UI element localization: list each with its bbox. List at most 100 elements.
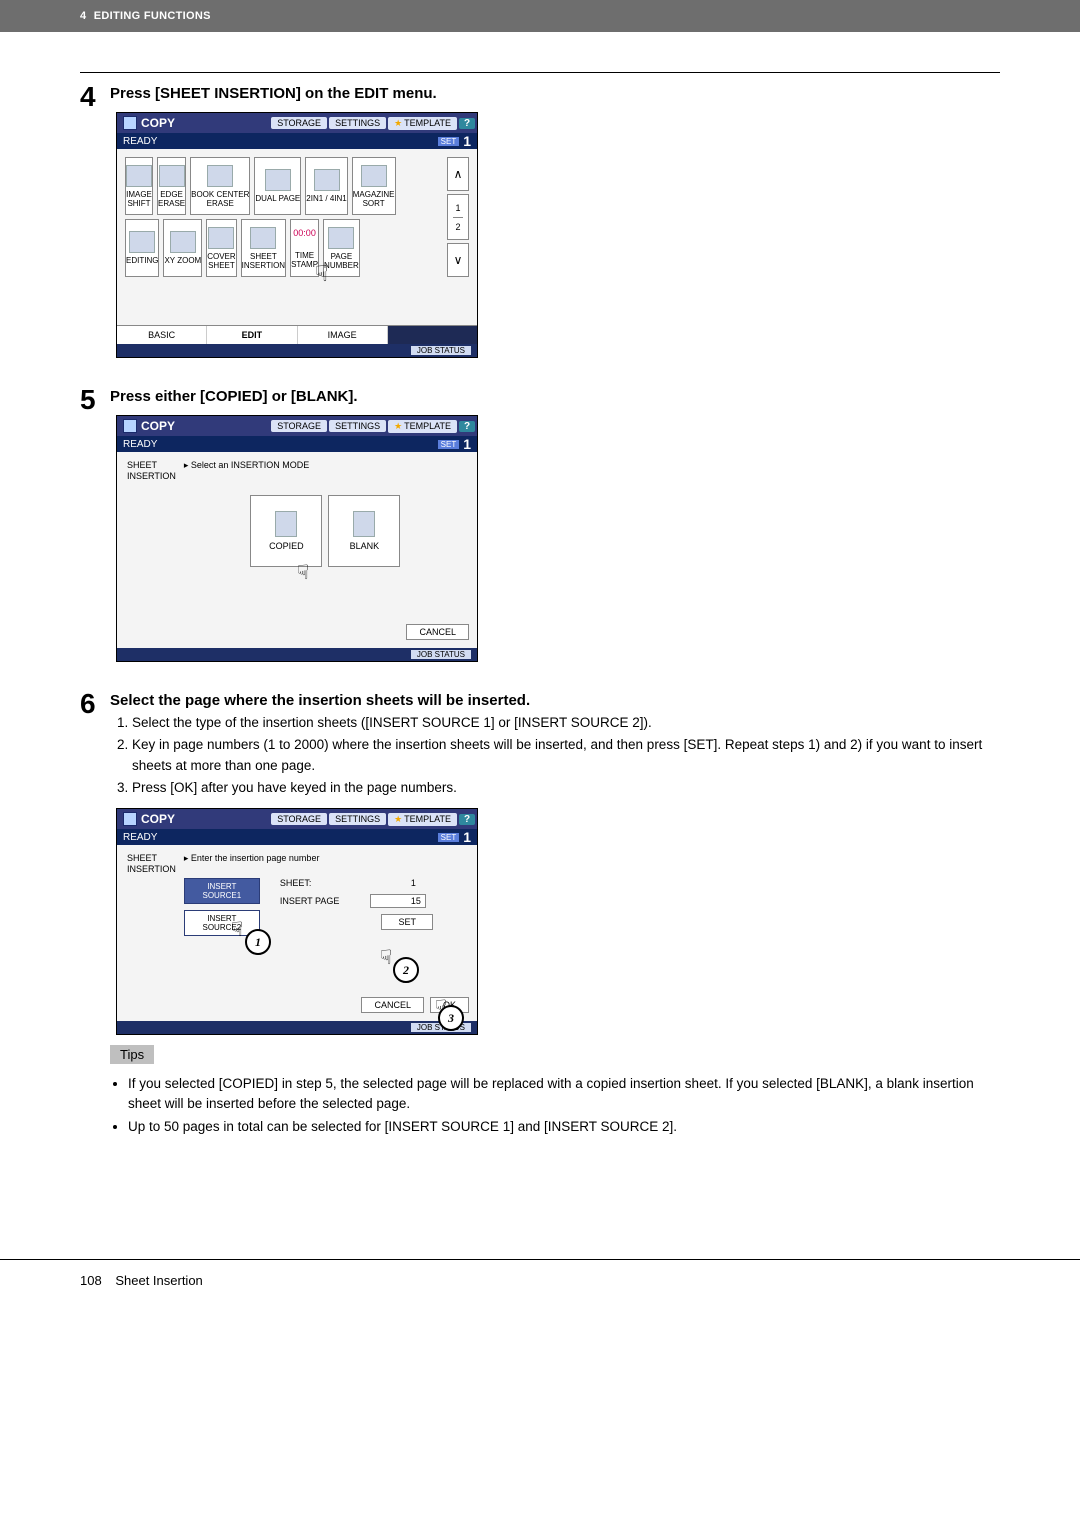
cancel-button[interactable]: CANCEL xyxy=(406,624,469,640)
book-center-erase-button[interactable]: BOOK CENTER ERASE xyxy=(190,157,250,215)
insert-page-label: INSERT PAGE xyxy=(280,896,360,906)
dual-page-button[interactable]: DUAL PAGE xyxy=(254,157,301,215)
callout-3: 3 xyxy=(438,1005,464,1031)
sheet-insertion-label: SHEET INSERTION xyxy=(127,853,176,936)
copy-icon xyxy=(123,116,137,130)
mode-title: COPY xyxy=(119,812,175,826)
device-screenshot-insertion-mode: COPY STORAGE SETTINGS TEMPLATE ? READY S… xyxy=(116,415,478,662)
top-rule xyxy=(80,72,1000,73)
copied-button[interactable]: COPIED xyxy=(250,495,322,567)
tips-list: If you selected [COPIED] in step 5, the … xyxy=(110,1074,1000,1137)
page-indicator: 12 xyxy=(447,194,469,240)
2in1-4in1-button[interactable]: 2IN1 / 4IN1 xyxy=(305,157,347,215)
chapter-num: 4 xyxy=(80,10,86,22)
sheet-value: 1 xyxy=(370,878,416,888)
chapter-header: 4 EDITING FUNCTIONS xyxy=(0,0,1080,32)
mode-title: COPY xyxy=(119,116,175,130)
time-stamp-icon: 00:00 xyxy=(293,228,317,248)
chapter-title: EDITING FUNCTIONS xyxy=(94,10,211,22)
copy-icon xyxy=(123,812,137,826)
job-status-bar[interactable]: JOB STATUS xyxy=(117,1021,477,1034)
step-6: 6 Select the page where the insertion sh… xyxy=(80,692,1000,1139)
page-number-icon xyxy=(328,227,354,249)
copies-count: 1 xyxy=(463,436,471,452)
step-6-substeps: Select the type of the insertion sheets … xyxy=(110,713,1000,798)
callout-1: 1 xyxy=(245,929,271,955)
step-4-number: 4 xyxy=(80,83,110,111)
tab-basic[interactable]: BASIC xyxy=(117,326,207,344)
help-button[interactable]: ? xyxy=(459,814,475,825)
image-shift-icon xyxy=(126,165,152,187)
template-button[interactable]: TEMPLATE xyxy=(388,813,457,826)
page-down-button[interactable]: ∨ xyxy=(447,243,469,277)
editing-button[interactable]: EDITING xyxy=(125,219,159,277)
ready-label: READY xyxy=(123,832,157,843)
insertion-prompt: ▸ Select an INSERTION MODE xyxy=(184,460,467,471)
insert-page-value: 15 xyxy=(370,894,426,908)
step-4: 4 Press [SHEET INSERTION] on the EDIT me… xyxy=(80,85,1000,358)
cancel-button[interactable]: CANCEL xyxy=(361,997,424,1013)
ready-label: READY xyxy=(123,136,157,147)
magazine-sort-button[interactable]: MAGAZINE SORT xyxy=(352,157,396,215)
storage-button[interactable]: STORAGE xyxy=(271,117,327,129)
tips-badge: Tips xyxy=(110,1045,154,1064)
settings-button[interactable]: SETTINGS xyxy=(329,117,386,129)
sheet-insertion-button[interactable]: SHEET INSERTION xyxy=(241,219,286,277)
sheet-insertion-icon xyxy=(250,227,276,249)
image-shift-button[interactable]: IMAGE SHIFT xyxy=(125,157,153,215)
blank-button[interactable]: BLANK xyxy=(328,495,400,567)
set-chip: SET xyxy=(438,440,460,449)
tab-image[interactable]: IMAGE xyxy=(298,326,388,344)
set-chip: SET xyxy=(438,137,460,146)
footer-title: Sheet Insertion xyxy=(115,1273,202,1288)
device-screenshot-insertion-page: COPY STORAGE SETTINGS TEMPLATE ? READY S… xyxy=(116,808,478,1035)
copies-count: 1 xyxy=(463,133,471,149)
step-6-substep-2: Key in page numbers (1 to 2000) where th… xyxy=(132,735,1000,776)
job-status-bar[interactable]: JOB STATUS xyxy=(117,648,477,661)
insertion-prompt: ▸ Enter the insertion page number xyxy=(184,853,467,864)
sheet-insertion-label: SHEET INSERTION xyxy=(127,460,176,610)
template-button[interactable]: TEMPLATE xyxy=(388,117,457,130)
blank-icon xyxy=(353,511,375,537)
step-4-heading: Press [SHEET INSERTION] on the EDIT menu… xyxy=(110,85,1000,102)
settings-button[interactable]: SETTINGS xyxy=(329,420,386,432)
page-up-button[interactable]: ∧ xyxy=(447,157,469,191)
template-button[interactable]: TEMPLATE xyxy=(388,420,457,433)
step-5: 5 Press either [COPIED] or [BLANK]. COPY… xyxy=(80,388,1000,662)
settings-button[interactable]: SETTINGS xyxy=(329,813,386,825)
step-5-number: 5 xyxy=(80,386,110,414)
touch-cursor-icon xyxy=(380,945,392,970)
page-number-button[interactable]: PAGE NUMBER xyxy=(323,219,360,277)
step-6-substep-3: Press [OK] after you have keyed in the p… xyxy=(132,778,1000,798)
job-status-bar[interactable]: JOB STATUS xyxy=(117,344,477,357)
tab-edit[interactable]: EDIT xyxy=(207,326,297,344)
dual-page-icon xyxy=(265,169,291,191)
touch-cursor-icon xyxy=(297,560,309,585)
step-6-heading: Select the page where the insertion shee… xyxy=(110,692,1000,709)
touch-cursor-icon xyxy=(315,261,328,287)
storage-button[interactable]: STORAGE xyxy=(271,420,327,432)
copies-count: 1 xyxy=(463,829,471,845)
help-button[interactable]: ? xyxy=(459,118,475,129)
cover-sheet-button[interactable]: COVER SHEET xyxy=(206,219,236,277)
step-6-substep-1: Select the type of the insertion sheets … xyxy=(132,713,1000,733)
edge-erase-button[interactable]: EDGE ERASE xyxy=(157,157,186,215)
page-content: 4 Press [SHEET INSERTION] on the EDIT me… xyxy=(0,32,1080,1209)
nup-icon xyxy=(314,169,340,191)
storage-button[interactable]: STORAGE xyxy=(271,813,327,825)
callout-2: 2 xyxy=(393,957,419,983)
edge-erase-icon xyxy=(159,165,185,187)
magazine-icon xyxy=(361,165,387,187)
tip-2: Up to 50 pages in total can be selected … xyxy=(128,1117,1000,1137)
help-button[interactable]: ? xyxy=(459,421,475,432)
step-6-number: 6 xyxy=(80,690,110,718)
xy-zoom-button[interactable]: XY ZOOM xyxy=(163,219,202,277)
touch-cursor-icon xyxy=(231,917,243,942)
device-screenshot-edit-menu: COPY STORAGE SETTINGS TEMPLATE ? READY S… xyxy=(116,112,478,358)
ready-label: READY xyxy=(123,439,157,450)
book-center-icon xyxy=(207,165,233,187)
sheet-label: SHEET: xyxy=(280,878,360,888)
set-button[interactable]: SET xyxy=(381,914,433,930)
cover-sheet-icon xyxy=(208,227,234,249)
insert-source-1-button[interactable]: INSERT SOURCE1 xyxy=(184,878,260,904)
